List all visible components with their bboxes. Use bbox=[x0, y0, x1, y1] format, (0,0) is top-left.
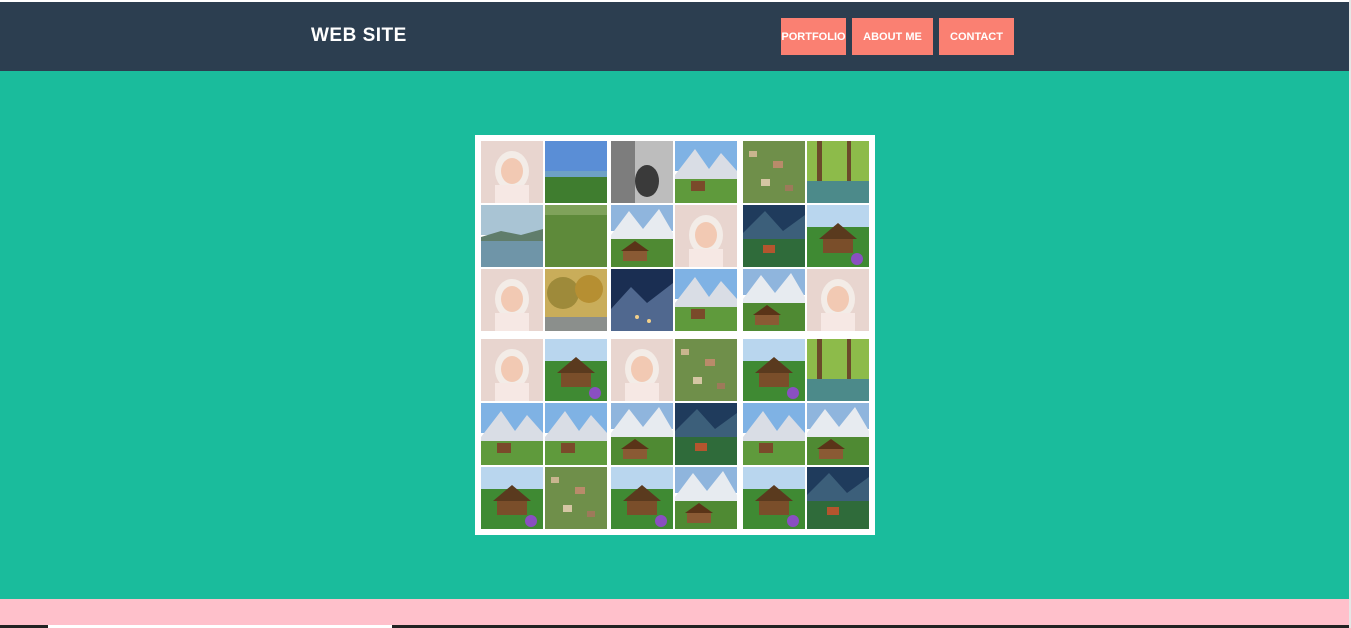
photo-collage[interactable] bbox=[475, 135, 875, 535]
collage-photo-aerial-village bbox=[675, 339, 737, 401]
collage-photo-alpine-night-village bbox=[743, 205, 805, 267]
nav-about-me-button[interactable]: ABOUT ME bbox=[852, 18, 933, 55]
collage-photo-portrait bbox=[481, 141, 543, 203]
collage-photo-portrait bbox=[481, 269, 543, 331]
collage-photo-portrait bbox=[481, 339, 543, 401]
collage-photo-garden-chalet bbox=[545, 339, 607, 401]
collage-photo-garden-chalet bbox=[743, 467, 805, 529]
collage-photo-field bbox=[545, 205, 607, 267]
collage-photo-mountain-chalet bbox=[743, 269, 805, 331]
collage-photo-canal bbox=[807, 339, 869, 401]
collage-photo-aerial-village bbox=[545, 467, 607, 529]
nav-contact-button[interactable]: CONTACT bbox=[939, 18, 1014, 55]
collage-photo-mountain-chalet bbox=[675, 467, 737, 529]
collage-photo-mountain-village bbox=[545, 403, 607, 465]
collage-photo-lake bbox=[481, 205, 543, 267]
collage-photo-autumn-trees bbox=[545, 269, 607, 331]
footer bbox=[0, 599, 1351, 628]
collage-photo-mountain-village bbox=[675, 141, 737, 203]
collage-photo-portrait bbox=[611, 339, 673, 401]
site-logo[interactable]: WEB SITE bbox=[311, 25, 407, 47]
collage-photo-night-mountain bbox=[611, 269, 673, 331]
collage-photo-landscape bbox=[545, 141, 607, 203]
collage-photo-aerial-village bbox=[743, 141, 805, 203]
collage-photo-portrait bbox=[807, 269, 869, 331]
collage-photo-garden-chalet bbox=[481, 467, 543, 529]
collage-photo-mountain-village bbox=[743, 403, 805, 465]
collage-photo-canal bbox=[807, 141, 869, 203]
site-header: WEB SITE PORTFOLIO ABOUT ME CONTACT bbox=[0, 2, 1349, 71]
collage-photo-portrait bbox=[675, 205, 737, 267]
nav-portfolio-button[interactable]: PORTFOLIO bbox=[781, 18, 846, 55]
collage-photo-garden-chalet bbox=[807, 205, 869, 267]
collage-photo-mountain-village bbox=[675, 269, 737, 331]
collage-photo-mountain-chalet bbox=[611, 205, 673, 267]
collage-photo-garden-chalet bbox=[743, 339, 805, 401]
collage-photo-bw-portrait bbox=[611, 141, 673, 203]
collage-photo-mountain-chalet bbox=[611, 403, 673, 465]
collage-photo-mountain-chalet bbox=[807, 403, 869, 465]
collage-photo-alpine-night-village bbox=[807, 467, 869, 529]
collage-photo-alpine-night-village bbox=[675, 403, 737, 465]
collage-photo-garden-chalet bbox=[611, 467, 673, 529]
collage-photo-mountain-village bbox=[481, 403, 543, 465]
main-nav: PORTFOLIO ABOUT ME CONTACT bbox=[781, 18, 1014, 55]
